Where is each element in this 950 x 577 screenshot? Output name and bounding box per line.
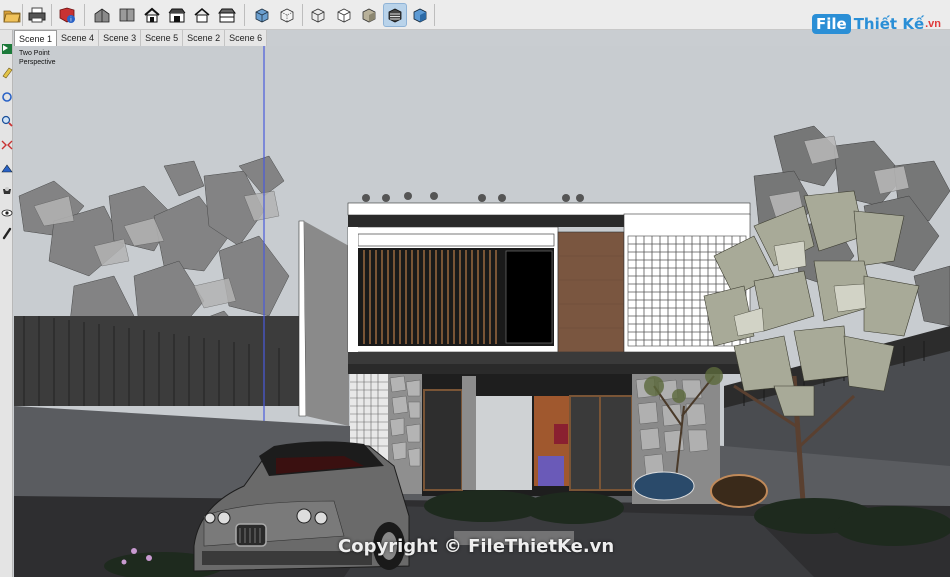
tab-scene-2[interactable]: Scene 2	[183, 30, 226, 46]
toolbar-separator	[434, 4, 435, 26]
zoom-extents-icon[interactable]	[0, 136, 13, 154]
open-icon[interactable]	[0, 3, 24, 27]
house	[347, 192, 751, 504]
monochrome-icon[interactable]	[408, 3, 432, 27]
tab-scene-3[interactable]: Scene 3	[99, 30, 142, 46]
zoom-icon[interactable]	[0, 112, 13, 130]
outdoor-chair	[633, 471, 695, 501]
left-fence	[14, 316, 299, 406]
top-view-icon[interactable]	[115, 3, 139, 27]
projection-label: Two Point Perspective	[19, 49, 56, 67]
toolbar-separator	[244, 4, 245, 26]
tab-scene-5[interactable]: Scene 5	[141, 30, 184, 46]
logo-file-text: File	[812, 14, 851, 34]
logo-domain-text: .vn	[925, 18, 942, 30]
left-toolbar	[0, 30, 13, 577]
wireframe-icon[interactable]	[306, 3, 330, 27]
xray-icon[interactable]	[250, 3, 274, 27]
scene-tabs: Scene 1 Scene 4 Scene 3 Scene 5 Scene 2 …	[14, 30, 268, 47]
tab-scene-1[interactable]: Scene 1	[14, 30, 58, 47]
projection-line-1: Two Point	[19, 50, 50, 57]
toolbar-separator	[302, 4, 303, 26]
toolbar-separator	[22, 4, 23, 26]
front-view-icon[interactable]	[140, 3, 164, 27]
select-icon[interactable]	[0, 40, 13, 58]
shaded-icon[interactable]	[357, 3, 381, 27]
orbit-icon[interactable]	[0, 88, 13, 106]
paint-icon[interactable]	[0, 64, 13, 82]
left-view-icon[interactable]	[215, 3, 239, 27]
toolbar-separator	[51, 4, 52, 26]
hidden-line-icon[interactable]	[332, 3, 356, 27]
walk-icon[interactable]	[0, 182, 13, 200]
shaded-textures-icon[interactable]	[383, 3, 407, 27]
pan-icon[interactable]	[0, 160, 13, 178]
logo-name-text: Thiết Kế	[853, 15, 925, 33]
back-view-icon[interactable]	[190, 3, 214, 27]
main-toolbar: i	[0, 0, 950, 30]
sketchup-window: i File Thiết Kế .vn Scene 1 Scene 4 Scen…	[0, 0, 950, 577]
toolbar-separator	[84, 4, 85, 26]
right-view-icon[interactable]	[165, 3, 189, 27]
model-viewport[interactable]: Two Point Perspective Copyright © FileTh…	[14, 46, 950, 577]
copyright-watermark: Copyright © FileThietKe.vn	[338, 536, 615, 557]
tab-scene-4[interactable]: Scene 4	[57, 30, 100, 46]
filethietke-logo: File Thiết Kế .vn	[812, 12, 941, 36]
print-icon[interactable]	[25, 3, 49, 27]
rattan-chair	[710, 474, 768, 508]
iso-view-icon[interactable]	[90, 3, 114, 27]
model-info-icon[interactable]: i	[55, 3, 79, 27]
tab-scene-6[interactable]: Scene 6	[225, 30, 268, 46]
house-model-render	[14, 46, 950, 577]
position-camera-icon[interactable]	[0, 224, 13, 242]
look-icon[interactable]	[0, 204, 13, 222]
projection-line-2: Perspective	[19, 59, 56, 66]
back-edges-icon[interactable]	[275, 3, 299, 27]
